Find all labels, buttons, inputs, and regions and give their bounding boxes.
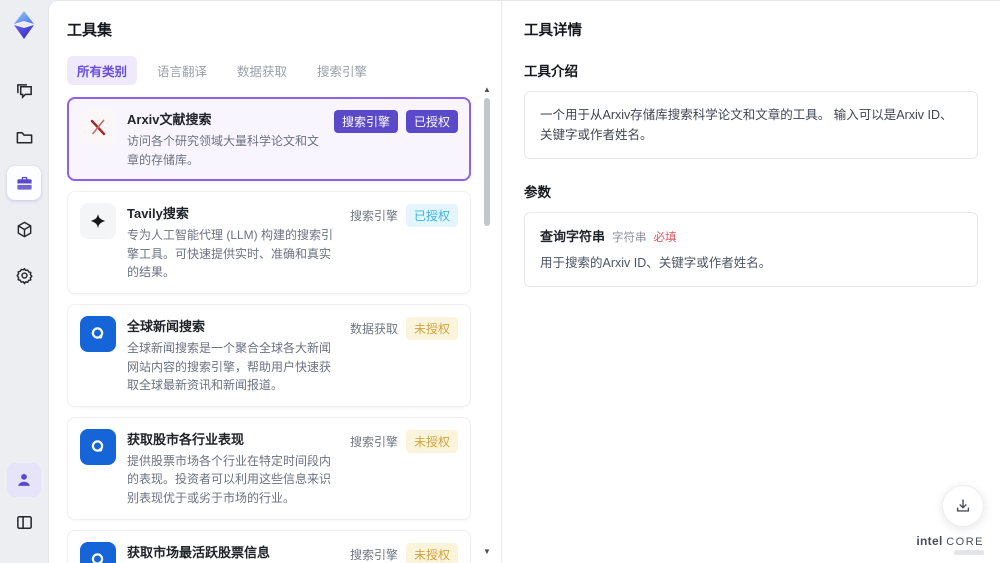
sidebar-item-tools[interactable] bbox=[7, 166, 41, 200]
chat-icon bbox=[16, 83, 32, 99]
scroll-down-arrow[interactable]: ▼ bbox=[482, 547, 492, 557]
tool-name: 全球新闻搜索 bbox=[127, 318, 206, 334]
tool-description: 访问各个研究领域大量科学论文和文章的存储库。 bbox=[127, 134, 320, 167]
tool-card-global-news[interactable]: 全球新闻搜索 全球新闻搜索是一个聚合全球各大新闻网站内容的搜索引擎，帮助用户快速… bbox=[67, 303, 471, 407]
intro-heading: 工具介绍 bbox=[524, 64, 578, 79]
tool-card-body: 全球新闻搜索 全球新闻搜索是一个聚合全球各大新闻网站内容的搜索引擎，帮助用户快速… bbox=[127, 316, 339, 395]
tool-badges: 搜索引擎 未授权 bbox=[349, 542, 458, 563]
tool-card-body: 获取股市各行业表现 提供股票市场各个行业在特定时间段内的表现。投资者可以利用这些… bbox=[127, 429, 339, 508]
tool-name: Arxiv文献搜索 bbox=[127, 112, 212, 127]
scrollbar-thumb[interactable] bbox=[484, 98, 490, 226]
tool-card-body: 获取市场最活跃股票信息 提供当天交易量最高的股票列表，投资者可以利用这些信息来识… bbox=[127, 542, 339, 563]
tool-badges: 搜索引擎 已授权 bbox=[333, 110, 458, 169]
tool-name: 获取股市各行业表现 bbox=[127, 431, 245, 447]
tavily-sparkle-icon bbox=[80, 203, 116, 240]
tool-description: 专为人工智能代理 (LLM) 构建的搜索引擎工具。可快速提供实时、准确和真实的结… bbox=[127, 228, 334, 280]
core-logo-text: CORE bbox=[946, 536, 984, 548]
sidebar-item-chat[interactable] bbox=[7, 74, 41, 108]
folder-icon bbox=[16, 131, 32, 143]
tool-card-body: Arxiv文献搜索 访问各个研究领域大量科学论文和文章的存储库。 bbox=[127, 109, 323, 169]
user-icon bbox=[18, 473, 30, 486]
tool-card-sector-performance[interactable]: 获取股市各行业表现 提供股票市场各个行业在特定时间段内的表现。投资者可以利用这些… bbox=[67, 416, 471, 520]
detail-panel-title: 工具详情 bbox=[524, 23, 582, 39]
tool-badges: 数据获取 未授权 bbox=[349, 316, 458, 395]
tool-badges: 搜索引擎 已授权 bbox=[350, 204, 458, 282]
tool-card-body: Tavily搜索 专为人工智能代理 (LLM) 构建的搜索引擎工具。可快速提供实… bbox=[127, 203, 339, 282]
gear-icon bbox=[15, 267, 33, 284]
app-window: 工具集 所有类别 语言翻译 数据获取 搜索引擎 Arxiv文献搜索 访问各个研究… bbox=[0, 0, 1000, 563]
tool-description: 提供股票市场各个行业在特定时间段内的表现。投资者可以利用这些信息来识别表现优于或… bbox=[127, 453, 332, 505]
auth-status-badge: 已授权 bbox=[405, 110, 458, 133]
tool-card-tavily[interactable]: Tavily搜索 专为人工智能代理 (LLM) 构建的搜索引擎工具。可快速提供实… bbox=[67, 191, 471, 294]
blue-search-icon bbox=[80, 428, 116, 465]
intel-ultra-badge bbox=[954, 550, 984, 555]
tool-name: 获取市场最活跃股票信息 bbox=[127, 544, 271, 560]
parameter-type: 字符串 bbox=[612, 232, 647, 244]
tool-list-panel: 工具集 所有类别 语言翻译 数据获取 搜索引擎 Arxiv文献搜索 访问各个研究… bbox=[49, 1, 501, 563]
sidebar-item-models[interactable] bbox=[7, 212, 41, 246]
category-tabs: 所有类别 语言翻译 数据获取 搜索引擎 bbox=[67, 56, 471, 85]
arxiv-icon bbox=[80, 109, 116, 145]
app-logo[interactable] bbox=[9, 10, 39, 40]
blue-search-icon bbox=[80, 315, 116, 352]
parameter-card: 查询字符串 字符串 必填 用于搜索的Arxiv ID、关键字或作者姓名。 bbox=[524, 212, 978, 287]
content-shell: 工具集 所有类别 语言翻译 数据获取 搜索引擎 Arxiv文献搜索 访问各个研究… bbox=[48, 0, 1000, 563]
tool-description: 全球新闻搜索是一个聚合全球各大新闻网站内容的搜索引擎，帮助用户快速获取全球最新资… bbox=[127, 340, 332, 393]
parameter-name: 查询字符串 bbox=[540, 229, 606, 244]
tool-badges: 搜索引擎 未授权 bbox=[349, 429, 458, 508]
page-title: 工具集 bbox=[67, 22, 113, 39]
parameter-description: 用于搜索的Arxiv ID、关键字或作者姓名。 bbox=[540, 256, 772, 270]
blue-search-icon bbox=[80, 541, 116, 563]
tool-intro-text: 一个用于从Arxiv存储库搜索科学论文和文章的工具。 输入可以是Arxiv ID… bbox=[524, 91, 978, 159]
tool-name: Tavily搜索 bbox=[127, 206, 189, 222]
list-scrollbar[interactable]: ▲ ▼ bbox=[482, 85, 492, 557]
toolbox-icon bbox=[16, 176, 32, 190]
intel-core-logo: intel CORE bbox=[916, 534, 984, 555]
parameter-header: 查询字符串 字符串 必填 bbox=[540, 226, 962, 245]
tool-card-arxiv[interactable]: Arxiv文献搜索 访问各个研究领域大量科学论文和文章的存储库。 搜索引擎 已授… bbox=[67, 97, 471, 182]
sidebar-item-account[interactable] bbox=[7, 463, 41, 497]
params-heading: 参数 bbox=[524, 185, 551, 200]
auth-status-badge: 未授权 bbox=[405, 316, 458, 340]
tab-all-categories[interactable]: 所有类别 bbox=[67, 56, 138, 85]
left-rail bbox=[0, 0, 48, 563]
tool-card-most-active-stocks[interactable]: 获取市场最活跃股票信息 提供当天交易量最高的股票列表，投资者可以利用这些信息来识… bbox=[67, 529, 471, 563]
intel-logo-text: intel bbox=[916, 534, 943, 548]
category-label: 数据获取 bbox=[349, 321, 398, 336]
category-label: 搜索引擎 bbox=[349, 209, 398, 224]
sidebar-item-settings[interactable] bbox=[7, 258, 41, 292]
cube-icon bbox=[17, 221, 31, 237]
auth-status-badge: 已授权 bbox=[405, 204, 458, 228]
category-label: 搜索引擎 bbox=[349, 434, 398, 449]
download-icon bbox=[956, 499, 970, 512]
category-badge: 搜索引擎 bbox=[333, 110, 398, 133]
tool-card-list: Arxiv文献搜索 访问各个研究领域大量科学论文和文章的存储库。 搜索引擎 已授… bbox=[67, 97, 471, 563]
sidebar-item-collapse[interactable] bbox=[7, 505, 41, 539]
auth-status-badge: 未授权 bbox=[405, 429, 458, 453]
auth-status-badge: 未授权 bbox=[405, 542, 458, 563]
parameter-required-flag: 必填 bbox=[653, 232, 677, 244]
tab-language-translation[interactable]: 语言翻译 bbox=[147, 56, 217, 85]
tab-data-fetch[interactable]: 数据获取 bbox=[227, 56, 297, 85]
tool-detail-panel: 工具详情 工具介绍 一个用于从Arxiv存储库搜索科学论文和文章的工具。 输入可… bbox=[501, 1, 1000, 563]
panel-toggle-icon bbox=[16, 515, 32, 529]
tab-search-engine[interactable]: 搜索引擎 bbox=[307, 56, 377, 85]
download-button[interactable] bbox=[942, 485, 984, 527]
category-label: 搜索引擎 bbox=[349, 547, 398, 562]
scroll-up-arrow[interactable]: ▲ bbox=[482, 85, 492, 95]
sidebar-item-files[interactable] bbox=[7, 120, 41, 154]
